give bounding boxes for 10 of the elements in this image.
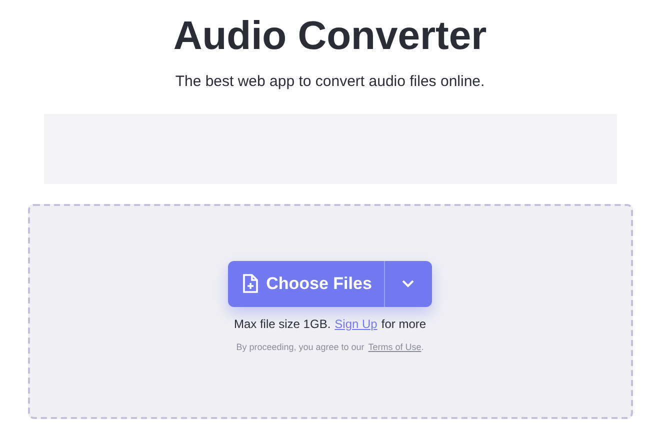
sign-up-link[interactable]: Sign Up <box>334 314 378 332</box>
file-add-icon <box>242 274 258 293</box>
file-size-note-end: for more <box>381 316 426 332</box>
page-title: Audio Converter <box>173 13 487 60</box>
chevron-down-icon <box>402 280 414 288</box>
terms-link[interactable]: Terms of Use <box>368 340 422 354</box>
page-subtitle: The best web app to convert audio files online. <box>175 72 485 92</box>
file-size-note: Max file size 1GB. <box>234 316 331 332</box>
terms-note: By proceeding, you agree to our <box>236 340 364 354</box>
terms-period: . <box>421 340 424 354</box>
